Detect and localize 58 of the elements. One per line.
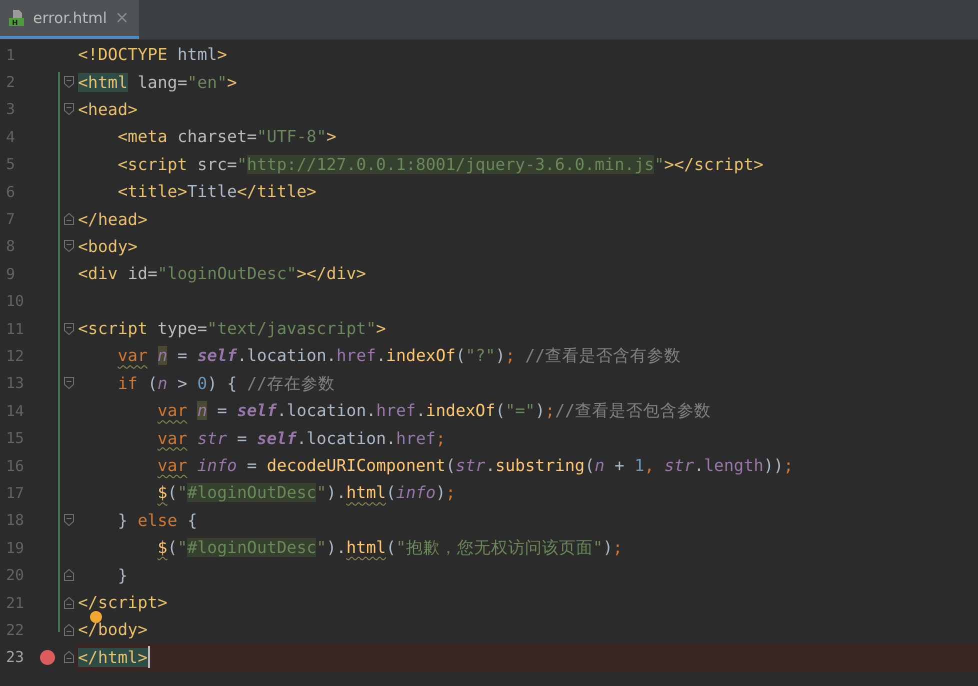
code-line: <script src="http://127.0.0.1:8001/jquery-3.6.0.min.js"></script> bbox=[116, 154, 764, 174]
line-number: 23 bbox=[5, 648, 26, 666]
line-number: 13 bbox=[5, 374, 26, 392]
code-line: var n = self.location.href.indexOf("=");//查看是否包含参数 bbox=[156, 401, 711, 420]
line-number: 22 bbox=[5, 620, 26, 639]
line-number: 19 bbox=[5, 538, 26, 557]
code-line: <body> bbox=[78, 236, 138, 256]
code-line: <meta charset="UTF-8"> bbox=[116, 127, 336, 146]
tab-label: error.html bbox=[33, 9, 107, 27]
code-line: $("#loginOutDesc").html(info); bbox=[156, 483, 456, 502]
fold-icon[interactable] bbox=[64, 651, 74, 664]
line-number: 5 bbox=[5, 155, 16, 174]
line-number: 3 bbox=[5, 100, 16, 118]
code-line: <html lang="en"> bbox=[78, 72, 237, 92]
code-line: <script type="text/javascript"> bbox=[78, 319, 386, 338]
code-line: <head> bbox=[78, 100, 138, 119]
fold-icon[interactable] bbox=[64, 322, 74, 335]
fold-icon[interactable] bbox=[64, 377, 74, 390]
fold-icon[interactable] bbox=[64, 596, 74, 608]
code-line: <div id="loginOutDesc"></div> bbox=[78, 264, 366, 284]
code-line: </body> bbox=[78, 620, 148, 640]
fold-icon[interactable] bbox=[64, 103, 74, 116]
code-line: </script> bbox=[78, 593, 168, 612]
line-number: 1 bbox=[5, 46, 16, 64]
line-number: 18 bbox=[5, 511, 26, 530]
line-number: 2 bbox=[5, 73, 16, 92]
line-number: 17 bbox=[5, 484, 26, 502]
lightbulb-icon[interactable] bbox=[90, 611, 102, 624]
code-line: var n = self.location.href.indexOf("?"); //查看是否含有参数 bbox=[116, 346, 682, 366]
code-line: } bbox=[116, 566, 128, 585]
code-line: </head> bbox=[78, 210, 148, 229]
fold-icon[interactable] bbox=[64, 514, 74, 526]
fold-icon[interactable] bbox=[64, 213, 74, 226]
line-number: 10 bbox=[5, 292, 26, 310]
line-number: 20 bbox=[5, 566, 26, 584]
line-number: 7 bbox=[5, 210, 16, 228]
code-line: <!DOCTYPE html> bbox=[78, 45, 228, 64]
breakpoint-icon[interactable] bbox=[40, 650, 55, 665]
code-line: $("#loginOutDesc").html("抱歉，您无权访问该页面"); bbox=[156, 538, 623, 558]
line-number: 8 bbox=[5, 237, 16, 256]
line-number: 11 bbox=[5, 320, 26, 338]
line-number: 15 bbox=[5, 429, 26, 448]
line-number: 14 bbox=[5, 402, 26, 420]
line-number: 9 bbox=[5, 264, 16, 283]
code-line: } else { bbox=[116, 510, 198, 530]
fold-icon[interactable] bbox=[64, 240, 74, 252]
fold-icon[interactable] bbox=[64, 569, 74, 582]
fold-icon[interactable] bbox=[64, 624, 74, 636]
code-line: var info = decodeURIComponent(str.substring(n + 1, str.length)); bbox=[156, 456, 794, 476]
code-line: if (n > 0) { //存在参数 bbox=[116, 374, 335, 393]
line-number: 12 bbox=[5, 346, 26, 365]
fold-icon[interactable] bbox=[64, 76, 74, 88]
line-number: 21 bbox=[5, 594, 26, 612]
line-number: 4 bbox=[5, 128, 16, 146]
code-line: var str = self.location.href; bbox=[156, 428, 446, 448]
line-number: 6 bbox=[5, 182, 16, 201]
line-number: 16 bbox=[5, 456, 26, 475]
code-line: <title>Title</title> bbox=[116, 182, 316, 202]
